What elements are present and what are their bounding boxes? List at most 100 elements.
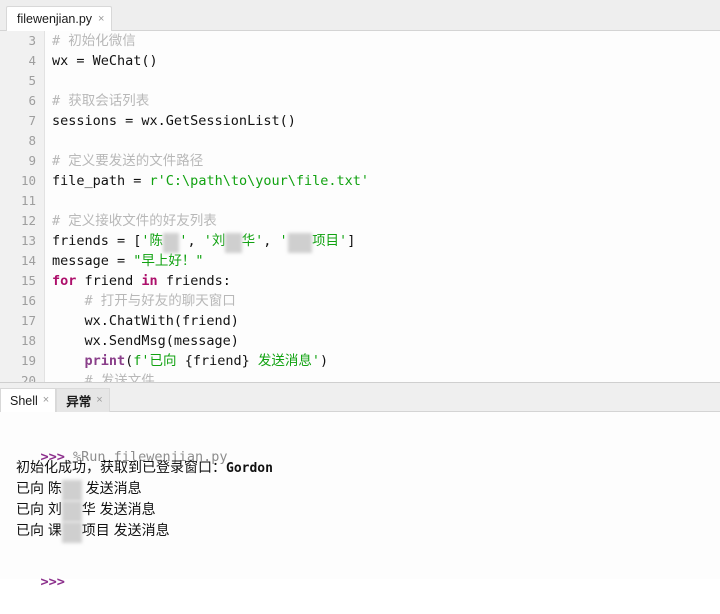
code-area[interactable]: # 初始化微信 wx = WeChat() # 获取会话列表 sessions = w… <box>45 31 720 382</box>
code-token: # 定义要发送的文件路径 <box>52 153 204 169</box>
close-icon[interactable]: × <box>43 395 49 406</box>
shell-output-line: 已向 课██项目 发送消息 <box>8 520 720 543</box>
code-line[interactable]: # 定义要发送的文件路径 <box>52 151 720 171</box>
line-number: 16 <box>20 293 36 308</box>
shell-output-line: 已向 刘██华 发送消息 <box>8 499 720 522</box>
code-token: ] <box>347 233 356 249</box>
code-token: # 打开与好友的聊天窗口 <box>84 293 236 309</box>
code-token: , <box>187 233 204 249</box>
close-icon[interactable]: × <box>96 395 102 406</box>
code-token: for <box>52 273 77 289</box>
tab-shell-label: Shell <box>10 393 38 408</box>
redacted-text: ██ <box>61 501 82 522</box>
editor-tab-filewenjian[interactable]: filewenjian.py × <box>6 6 113 31</box>
line-number: 15 <box>20 273 36 288</box>
shell-run-line: >>> %Run filewenjian.py <box>8 426 720 465</box>
code-line[interactable]: # 发送文件 <box>52 371 720 382</box>
code-line[interactable]: # 获取会话列表 <box>52 91 720 111</box>
shell-prompt: >>> <box>40 574 65 590</box>
line-number-gutter: 3 4 5 6 7 8 9 10 11 12 13 14 15 16 17 18 19 20 <box>0 31 45 382</box>
tab-shell[interactable]: Shell × <box>0 388 57 412</box>
code-token: "早上好！" <box>133 253 204 269</box>
code-token: f'已向 <box>133 353 185 369</box>
shell-line-text: 已向 课 <box>16 522 62 538</box>
shell-output[interactable]: >>> %Run filewenjian.py 初始化成功，获取到已登录窗口：G… <box>0 412 720 590</box>
shell-line-value: Gordon <box>226 461 273 476</box>
line-number: 11 <box>20 193 36 208</box>
code-token: # 获取会话列表 <box>52 93 150 109</box>
redacted-text: ██ <box>61 522 82 543</box>
code-line[interactable] <box>52 71 720 91</box>
code-token: in <box>141 273 158 289</box>
code-line[interactable]: wx.ChatWith(friend) <box>52 311 720 331</box>
shell-line-text: 已向 陈 <box>16 480 62 496</box>
redacted-text: ██ <box>225 233 242 253</box>
shell-line-tail: 发送消息 <box>81 480 142 496</box>
code-line[interactable]: # 定义接收文件的好友列表 <box>52 211 720 231</box>
line-number: 12 <box>20 213 36 228</box>
code-token: print <box>84 353 126 369</box>
code-line[interactable]: wx.SendMsg(message) <box>52 331 720 351</box>
shell-final-prompt-line[interactable]: >>> <box>8 551 720 590</box>
code-token: ) <box>319 353 329 369</box>
code-token: 华' <box>241 233 264 249</box>
code-line[interactable]: sessions = wx.GetSessionList() <box>52 111 720 131</box>
code-line[interactable]: wx = WeChat() <box>52 51 720 71</box>
line-number: 14 <box>20 253 36 268</box>
code-line[interactable] <box>52 191 720 211</box>
code-token: {friend} <box>184 353 250 369</box>
code-token: 发送消息' <box>249 353 320 369</box>
line-number: 8 <box>28 133 36 148</box>
code-line[interactable]: print(f'已向 {friend} 发送消息') <box>52 351 720 371</box>
code-token: , <box>263 233 280 249</box>
line-number: 7 <box>28 113 36 128</box>
code-line[interactable]: friends = ['陈██', '刘██华', '███项目'] <box>52 231 720 253</box>
shell-output-lines: 初始化成功，获取到已登录窗口：Gordon已向 陈██ 发送消息已向 刘██华 … <box>8 457 720 543</box>
shell-spacer-2 <box>8 541 720 551</box>
tab-exceptions[interactable]: 异常 × <box>56 388 110 412</box>
shell-output-line: 已向 陈██ 发送消息 <box>8 478 720 501</box>
code-token: r'C:\path\to\your\file.txt' <box>149 173 369 189</box>
code-token: 项目' <box>312 233 348 249</box>
close-icon[interactable]: × <box>98 13 104 25</box>
line-number: 5 <box>28 73 36 88</box>
code-token: friend <box>76 273 142 289</box>
code-token: sessions = wx.GetSessionList() <box>52 113 296 129</box>
line-number: 9 <box>28 153 36 168</box>
code-line[interactable]: # 初始化微信 <box>52 31 720 51</box>
shell-line-text: 已向 刘 <box>16 501 62 517</box>
shell-output-line: 初始化成功，获取到已登录窗口：Gordon <box>8 457 720 478</box>
code-line[interactable]: message = "早上好！" <box>52 251 720 271</box>
editor-tab-bar: filewenjian.py × <box>0 0 720 31</box>
redacted-text: ██ <box>163 233 180 253</box>
shell-line-tail: 华 发送消息 <box>81 501 156 517</box>
code-token: message = <box>52 253 134 269</box>
code-line[interactable]: file_path = r'C:\path\to\your\file.txt' <box>52 171 720 191</box>
line-number: 19 <box>20 353 36 368</box>
editor-tab-label: filewenjian.py <box>17 12 93 26</box>
line-number: 3 <box>28 33 36 48</box>
code-token: ' <box>279 233 288 249</box>
code-editor[interactable]: 3 4 5 6 7 8 9 10 11 12 13 14 15 16 17 18 19 20 # 初始化微信 wx … <box>0 31 720 382</box>
code-token: file_path = <box>52 173 150 189</box>
redacted-text: ███ <box>287 233 313 253</box>
code-token: # 定义接收文件的好友列表 <box>52 213 217 229</box>
code-line[interactable]: # 打开与好友的聊天窗口 <box>52 291 720 311</box>
code-token: friends = [ <box>52 233 142 249</box>
code-line[interactable] <box>52 131 720 151</box>
shell-line-tail: 项目 发送消息 <box>81 522 170 538</box>
code-token: '刘 <box>203 233 226 249</box>
line-number: 10 <box>20 173 36 188</box>
line-number: 18 <box>20 333 36 348</box>
line-number: 20 <box>20 373 36 382</box>
tab-exceptions-label: 异常 <box>66 395 92 409</box>
line-number: 17 <box>20 313 36 328</box>
line-number: 13 <box>20 233 36 248</box>
code-token: wx.ChatWith(friend) <box>52 313 239 329</box>
code-token: '陈 <box>141 233 164 249</box>
code-line[interactable]: for friend in friends: <box>52 271 720 291</box>
line-number: 6 <box>28 93 36 108</box>
